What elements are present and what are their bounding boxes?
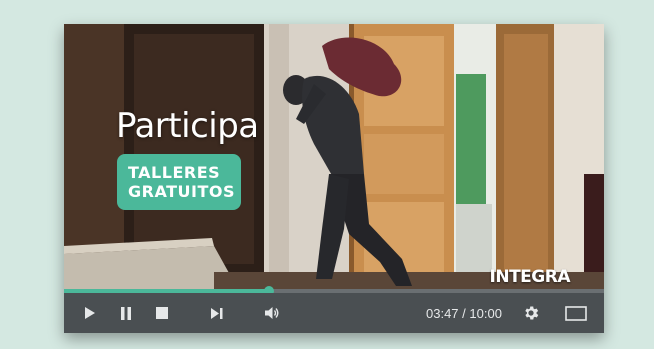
next-button[interactable]: [204, 293, 228, 333]
time-display: 03:47 / 10:00: [426, 293, 502, 333]
pause-icon: [121, 306, 131, 320]
video-frame[interactable]: Participa TALLERES GRATUITOS INTEGRA: [64, 24, 604, 291]
current-time: 03:47: [426, 305, 459, 321]
gear-icon: [525, 306, 539, 320]
settings-button[interactable]: [519, 293, 543, 333]
volume-button[interactable]: [260, 293, 284, 333]
play-button[interactable]: [78, 293, 102, 333]
badge-line-1: TALLERES: [128, 163, 221, 182]
badge-line-2: GRATUITOS: [128, 182, 235, 201]
time-separator: /: [458, 305, 470, 321]
workshops-badge: TALLERES GRATUITOS: [117, 154, 241, 210]
pause-button[interactable]: [114, 293, 138, 333]
volume-icon: [265, 307, 279, 319]
total-time: 10:00: [469, 305, 502, 321]
fullscreen-icon: [565, 305, 587, 321]
stop-icon: [156, 307, 168, 319]
stop-button[interactable]: [150, 293, 174, 333]
control-bar: 03:47 / 10:00: [64, 293, 604, 333]
play-icon: [85, 307, 95, 319]
video-player: Participa TALLERES GRATUITOS INTEGRA 03:…: [64, 24, 604, 333]
fullscreen-button[interactable]: [562, 293, 590, 333]
headline-text: Participa: [116, 106, 259, 146]
brand-logo: INTEGRA: [489, 267, 571, 287]
skip-next-icon: [210, 307, 222, 319]
